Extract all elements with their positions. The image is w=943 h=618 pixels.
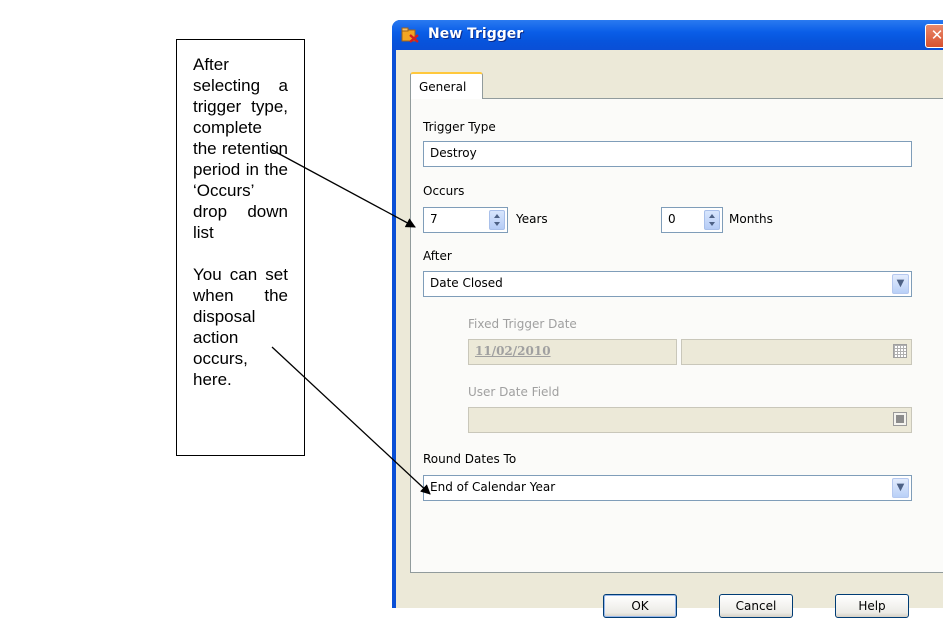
arrow-to-occurs: [271, 149, 416, 228]
arrow-to-round-dates: [271, 346, 431, 495]
tab-general[interactable]: General: [410, 72, 483, 99]
